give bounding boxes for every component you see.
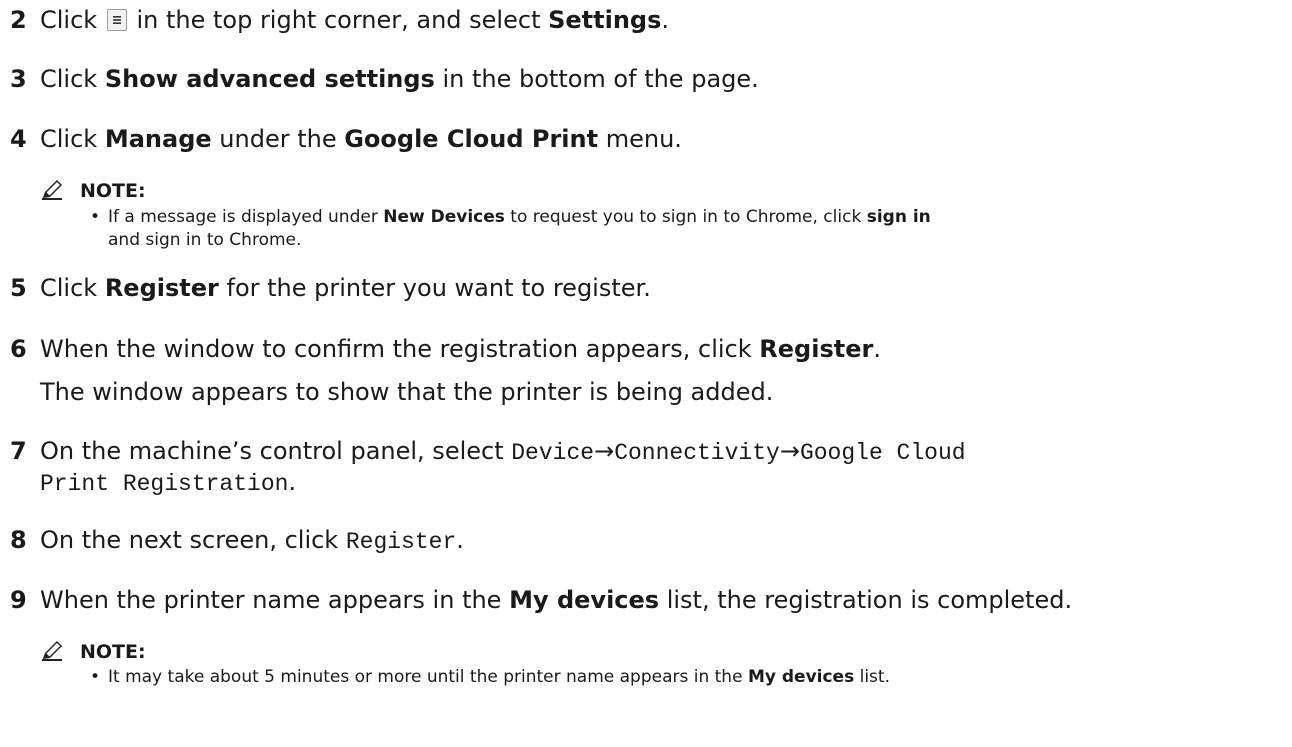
pencil-note-icon	[40, 177, 66, 201]
step-7: 7 On the machine’s control panel, select …	[10, 437, 966, 466]
step-number: 7	[10, 437, 27, 465]
step-number: 5	[10, 274, 27, 302]
step-3: 3 Click Show advanced settings in the bot…	[10, 65, 759, 93]
step-8: 8 On the next screen, click Register.	[10, 526, 464, 555]
step-6: 6 When the window to confirm the registra…	[10, 335, 881, 363]
pencil-note-icon	[40, 638, 66, 662]
step-number: 9	[10, 586, 27, 614]
step-number: 8	[10, 526, 27, 554]
step-number: 3	[10, 65, 27, 93]
note-item: • If a message is displayed under New Dev…	[90, 207, 931, 227]
menu-icon	[106, 9, 127, 31]
step-number: 4	[10, 125, 27, 153]
note-item-continuation: and sign in to Chrome.	[108, 230, 302, 250]
step-9: 9 When the printer name appears in the My…	[10, 586, 1073, 614]
step-2: 2 Click in the top right corner, and sele…	[10, 6, 670, 34]
step-number: 6	[10, 335, 27, 363]
note-item: • It may take about 5 minutes or more unt…	[90, 667, 890, 687]
step-7-continuation: Print Registration.	[40, 468, 297, 497]
note-heading: NOTE:	[40, 638, 146, 664]
step-number: 2	[10, 6, 27, 34]
step-4: 4 Click Manage under the Google Cloud Pri…	[10, 125, 682, 153]
note-heading: NOTE:	[40, 177, 146, 203]
step-6-continuation: The window appears to show that the prin…	[40, 378, 774, 406]
step-5: 5 Click Register for the printer you want…	[10, 274, 651, 302]
